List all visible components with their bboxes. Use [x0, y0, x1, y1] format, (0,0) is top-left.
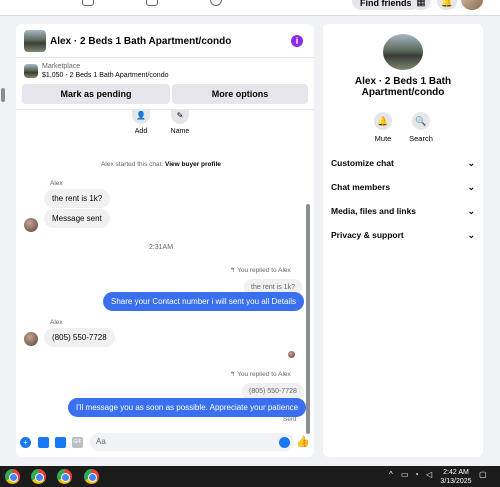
message-timestamp: 2:31AM: [148, 244, 174, 251]
bell-mute-icon[interactable]: 🔔: [374, 112, 392, 130]
reply-note: ↰ You replied to Alex: [230, 266, 291, 274]
listing-price-title[interactable]: $1,050 - 2 Beds 1 Bath Apartment/condo: [42, 72, 168, 79]
sticker-icon[interactable]: [55, 437, 66, 448]
chat-title[interactable]: Alex · 2 Beds 1 Bath Apartment/condo: [50, 36, 231, 47]
mark-as-pending-button[interactable]: Mark as pending: [22, 84, 170, 104]
gif-icon[interactable]: GIF: [72, 437, 83, 448]
mute-label: Mute: [374, 134, 392, 143]
chat-scroll-thumb[interactable]: [306, 204, 310, 434]
listing-small-thumbnail: [24, 64, 38, 78]
section-label: Customize chat: [331, 158, 394, 168]
system-clock[interactable]: 2:42 AM 3/13/2025: [438, 468, 474, 486]
reply-note-text: You replied to Alex: [237, 371, 291, 378]
chrome-app-icon[interactable]: [57, 469, 72, 484]
add-label: Add: [134, 128, 148, 135]
sender-name: Alex: [50, 180, 63, 187]
notification-center-icon[interactable]: ▢: [479, 470, 487, 479]
sender-avatar[interactable]: [24, 332, 38, 346]
tray-chevron-icon[interactable]: ^: [389, 470, 393, 479]
profile-avatar[interactable]: [461, 0, 483, 10]
read-receipt-avatar: [288, 351, 295, 358]
search-label: Search: [409, 134, 433, 143]
chat-scrollbar[interactable]: [305, 204, 311, 441]
message-composer: + GIF Aa 👍: [16, 428, 314, 457]
view-buyer-profile-link[interactable]: View buyer profile: [165, 161, 221, 168]
customize-chat-section[interactable]: Customize chat ⌄: [331, 158, 475, 172]
section-label: Chat members: [331, 182, 391, 192]
home-icon[interactable]: [82, 0, 94, 6]
listing-large-thumbnail[interactable]: [383, 34, 423, 70]
chat-started-notice: Alex started this chat. View buyer profi…: [16, 161, 306, 168]
sender-avatar[interactable]: [24, 218, 38, 232]
incoming-message: (805) 550-7728: [44, 328, 115, 347]
chat-details-panel: Alex · 2 Beds 1 Bath Apartment/condo 🔔 M…: [323, 24, 483, 457]
top-navigation-bar: Find friends ▦ 🔔: [0, 0, 500, 16]
more-options-button[interactable]: More options: [172, 84, 308, 104]
sender-name: Alex: [50, 319, 63, 326]
find-friends-button[interactable]: Find friends: [352, 0, 420, 10]
chrome-app-icon[interactable]: [84, 469, 99, 484]
reply-note: ↰ You replied to Alex: [230, 370, 291, 378]
thumbs-up-icon[interactable]: 👍: [296, 435, 310, 448]
search-icon[interactable]: 🔍: [412, 112, 430, 130]
chat-members-section[interactable]: Chat members ⌄: [331, 182, 475, 196]
network-icon[interactable]: ▭: [401, 470, 409, 479]
media-files-links-section[interactable]: Media, files and links ⌄: [331, 206, 475, 220]
section-label: Privacy & support: [331, 230, 404, 240]
chevron-down-icon: ⌄: [467, 158, 475, 168]
chat-panel: Alex · 2 Beds 1 Bath Apartment/condo i M…: [16, 24, 314, 457]
chevron-down-icon: ⌄: [467, 182, 475, 192]
windows-taskbar: ^ ▭ ◔ ◁ 2:42 AM 3/13/2025 ▢: [0, 466, 500, 487]
page-scrollbar[interactable]: [0, 80, 8, 110]
outgoing-message: Share your Contact number i will sent yo…: [103, 292, 304, 311]
chrome-app-icon[interactable]: [31, 469, 46, 484]
chat-started-text: Alex started this chat.: [101, 161, 164, 168]
notifications-bell-icon[interactable]: 🔔: [437, 0, 457, 10]
incoming-message: the rent is 1k?: [44, 189, 111, 208]
photo-icon[interactable]: [38, 437, 49, 448]
emoji-icon[interactable]: [279, 437, 290, 448]
clock-time: 2:42 AM: [443, 469, 469, 476]
clock-date: 3/13/2025: [440, 478, 472, 485]
add-person-icon[interactable]: 👤: [132, 110, 150, 124]
marketplace-listing-box: Marketplace $1,050 - 2 Beds 1 Bath Apart…: [16, 58, 314, 110]
chat-header: Alex · 2 Beds 1 Bath Apartment/condo i: [16, 24, 314, 58]
outgoing-message: I'll message you as soon as possible. Ap…: [68, 398, 307, 417]
friends-icon[interactable]: [146, 0, 158, 6]
groups-icon[interactable]: [210, 0, 222, 6]
chevron-down-icon: ⌄: [467, 206, 475, 216]
listing-thumbnail[interactable]: [24, 30, 46, 52]
message-input[interactable]: Aa: [90, 433, 294, 451]
incoming-message: Message sent: [44, 209, 110, 228]
chrome-app-icon[interactable]: [5, 469, 20, 484]
section-label: Media, files and links: [331, 206, 417, 216]
volume-icon[interactable]: ◁: [426, 470, 432, 479]
marketplace-label: Marketplace: [42, 63, 81, 70]
name-label: Name: [170, 128, 190, 135]
chevron-down-icon: ⌄: [467, 230, 475, 240]
reply-note-text: You replied to Alex: [237, 267, 291, 274]
plus-icon[interactable]: +: [20, 437, 31, 448]
pencil-icon[interactable]: ✎: [171, 110, 189, 124]
wifi-icon[interactable]: ◔: [414, 470, 419, 479]
privacy-support-section[interactable]: Privacy & support ⌄: [331, 230, 475, 244]
chat-actions: 👤 Add ✎ Name: [126, 110, 226, 140]
info-icon[interactable]: i: [291, 35, 303, 47]
sent-status: Sent: [283, 416, 297, 423]
details-title: Alex · 2 Beds 1 Bath Apartment/condo: [354, 76, 452, 98]
